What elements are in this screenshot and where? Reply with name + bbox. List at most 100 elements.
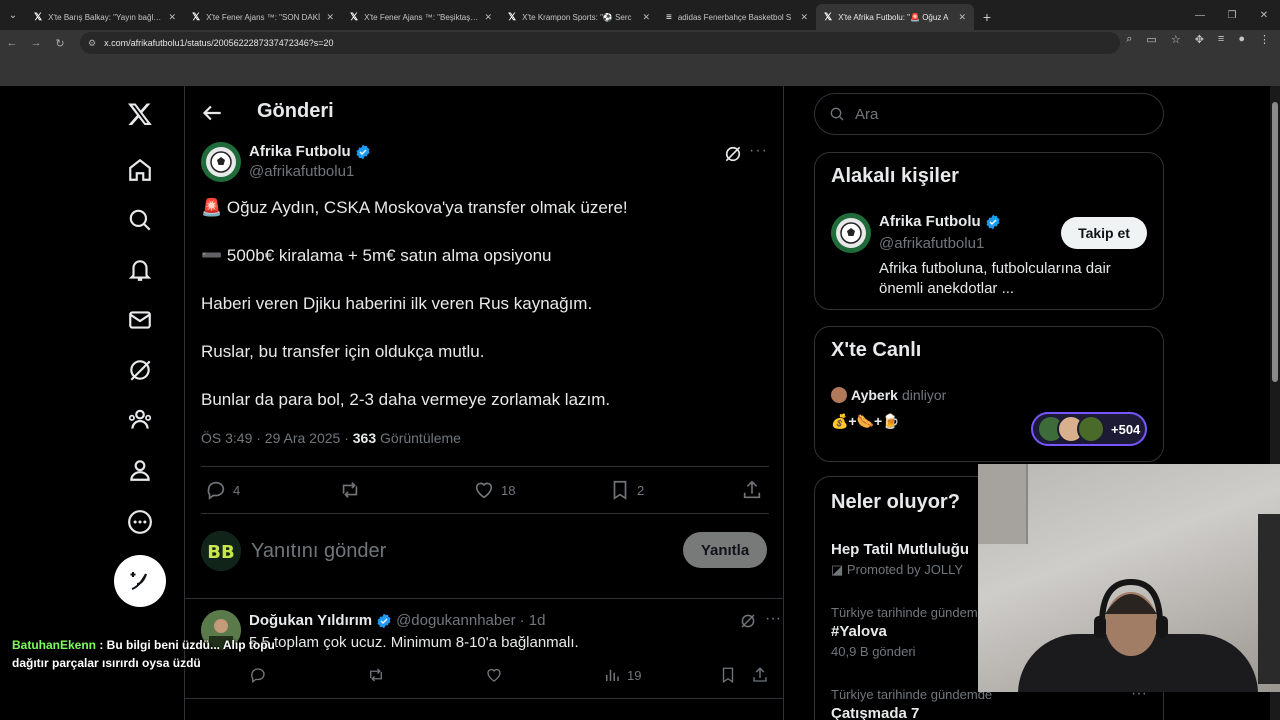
heart-icon [487,668,501,682]
close-icon[interactable]: ✕ [484,12,492,23]
like-button[interactable] [485,666,503,684]
close-icon[interactable]: ✕ [800,12,808,23]
avatar[interactable] [831,213,871,253]
browser-tab[interactable]: ≡ adidas Fenerbahçe Basketbol S ✕ [658,4,816,30]
browser-tab[interactable]: 𝕏 X'te Fener Ajans ™: "SON DAKİ ✕ [184,4,342,30]
x-logo-icon: 𝕏 [350,11,359,23]
my-avatar[interactable]: BB [201,531,241,571]
repost-button[interactable] [367,666,385,684]
back-arrow-icon[interactable] [199,100,225,126]
related-bio: Afrika futboluna, futbolcularına dair ön… [879,260,1111,297]
reply-author-name[interactable]: Doğukan Yıldırım [249,612,372,629]
new-tab-button[interactable]: + [974,4,1000,30]
bb-logo-icon: BB [201,531,241,571]
grok-explain-icon[interactable] [739,612,757,630]
webcam-person-head [1094,578,1168,656]
close-icon[interactable]: ✕ [958,12,966,23]
bookmark-button[interactable]: 2 [609,479,644,501]
browser-tab[interactable]: 𝕏 X'te Fener Ajans ™: "Beşiktaş, T ✕ [342,4,500,30]
bookmark-star-icon[interactable]: ☆ [1171,33,1181,46]
communities-icon[interactable] [110,398,170,442]
zoom-icon[interactable]: ⌕ [1126,33,1132,46]
share-icon [743,480,761,499]
reply-time[interactable]: · 1d [520,612,546,629]
close-icon[interactable]: ✕ [642,12,650,23]
heart-icon [475,482,493,499]
reply-author-handle[interactable]: @dogukannhaber [396,612,516,629]
related-people-card: Alakalı kişiler Afrika Futbolu @afrikafu… [814,152,1164,310]
reload-icon[interactable]: ↻ [48,37,72,50]
x-logo-icon[interactable] [110,92,170,136]
compose-post-button[interactable] [114,555,166,607]
verified-badge-icon [356,144,370,159]
explore-search-icon[interactable] [110,198,170,242]
verified-badge-icon [377,613,391,628]
scrollbar-thumb[interactable] [1272,102,1278,382]
grok-icon[interactable] [110,348,170,392]
reply-input[interactable]: Yanıtını gönder [251,540,386,563]
tab-search-icon[interactable]: ⌄ [0,0,26,30]
search-input[interactable]: Ara [814,93,1164,135]
related-name[interactable]: Afrika Futbolu [879,213,1001,230]
share-button[interactable] [741,479,763,501]
browser-tab-active[interactable]: 𝕏 X'te Afrika Futbolu: "🚨 Oğuz A ✕ [816,4,974,30]
maximize-icon[interactable]: ❐ [1216,0,1248,30]
tweet-line: Haberi veren Djiku haberini ilk veren Ru… [201,294,593,313]
author-handle[interactable]: @afrikafutbolu1 [249,163,354,180]
views-button[interactable]: 19 [603,666,641,684]
adidas-logo-icon: ≡ [666,11,672,23]
profile-avatar[interactable]: ● [1238,33,1245,46]
close-icon[interactable]: ✕ [326,12,334,23]
search-icon [830,107,844,121]
close-icon[interactable]: ✕ [168,12,176,23]
related-handle[interactable]: @afrikafutbolu1 [879,235,984,252]
trend-item[interactable]: Hep Tatil Mutluluğu ◪ Promoted by JOLLY [831,541,969,578]
window-controls: — ❐ ✕ [1184,0,1280,30]
share-icon [753,667,767,682]
forward-icon[interactable]: → [24,37,48,49]
url-bar[interactable]: ⚙ x.com/afrikafutbolu1/status/2005622287… [80,32,1120,54]
more-options-icon[interactable] [110,500,170,544]
like-button[interactable]: 18 [473,479,515,501]
browser-tab[interactable]: 𝕏 X'te Krampon Sports: "⚽ Serc ✕ [500,4,658,30]
tweet-timestamp[interactable]: ÖS 3:49 · 29 Ara 2025 · [201,430,353,446]
card-title: Alakalı kişiler [831,165,959,187]
verified-badge-icon [986,214,1000,229]
reply-submit-button[interactable]: Yanıtla [683,532,767,568]
live-listener[interactable]: Ayberk dinliyor [831,387,946,403]
author-name[interactable]: Afrika Futbolu [249,143,371,160]
live-participants-pill[interactable]: +504 [1031,412,1147,446]
more-icon[interactable]: ··· [765,610,781,628]
bookmark-button[interactable] [719,666,737,684]
reply-button[interactable]: 4 [205,479,240,501]
extensions-icon[interactable]: ✥ [1195,33,1204,46]
webcam-overlay [978,464,1280,692]
live-space-title[interactable]: 💰+🌭+🍺 [831,413,900,430]
feather-plus-icon [130,572,147,590]
profile-icon[interactable] [110,448,170,492]
browser-tab[interactable]: 𝕏 X'te Barış Balkay: "Yayın bağladı ✕ [26,4,184,30]
avatar [831,387,847,403]
browser-menu-icon[interactable]: ⋮ [1259,33,1270,46]
trend-item[interactable]: Türkiye tarihinde gündem #Yalova 40,9 B … [831,605,978,659]
close-window-icon[interactable]: ✕ [1248,0,1280,30]
messages-envelope-icon[interactable] [110,298,170,342]
x-logo-icon: 𝕏 [192,11,201,23]
cast-icon[interactable]: ▭ [1146,33,1156,46]
trend-item[interactable]: Türkiye tarihinde gündemde Çatışmada 7 [831,687,992,720]
more-icon[interactable]: ··· [749,142,768,160]
back-icon[interactable]: ← [0,37,24,49]
card-title: X'te Canlı [831,339,922,361]
grok-explain-icon[interactable] [723,144,743,164]
notifications-bell-icon[interactable] [110,248,170,292]
promoted-icon: ◪ [831,562,847,577]
avatar[interactable] [201,142,241,182]
reply-actions: 19 [249,666,769,690]
minimize-icon[interactable]: — [1184,0,1216,30]
reading-list-icon[interactable]: ≡ [1218,33,1224,46]
follow-button[interactable]: Takip et [1061,217,1147,249]
home-icon[interactable] [110,148,170,192]
site-info-icon[interactable]: ⚙ [88,38,96,49]
repost-button[interactable] [339,479,361,501]
share-button[interactable] [751,666,769,684]
